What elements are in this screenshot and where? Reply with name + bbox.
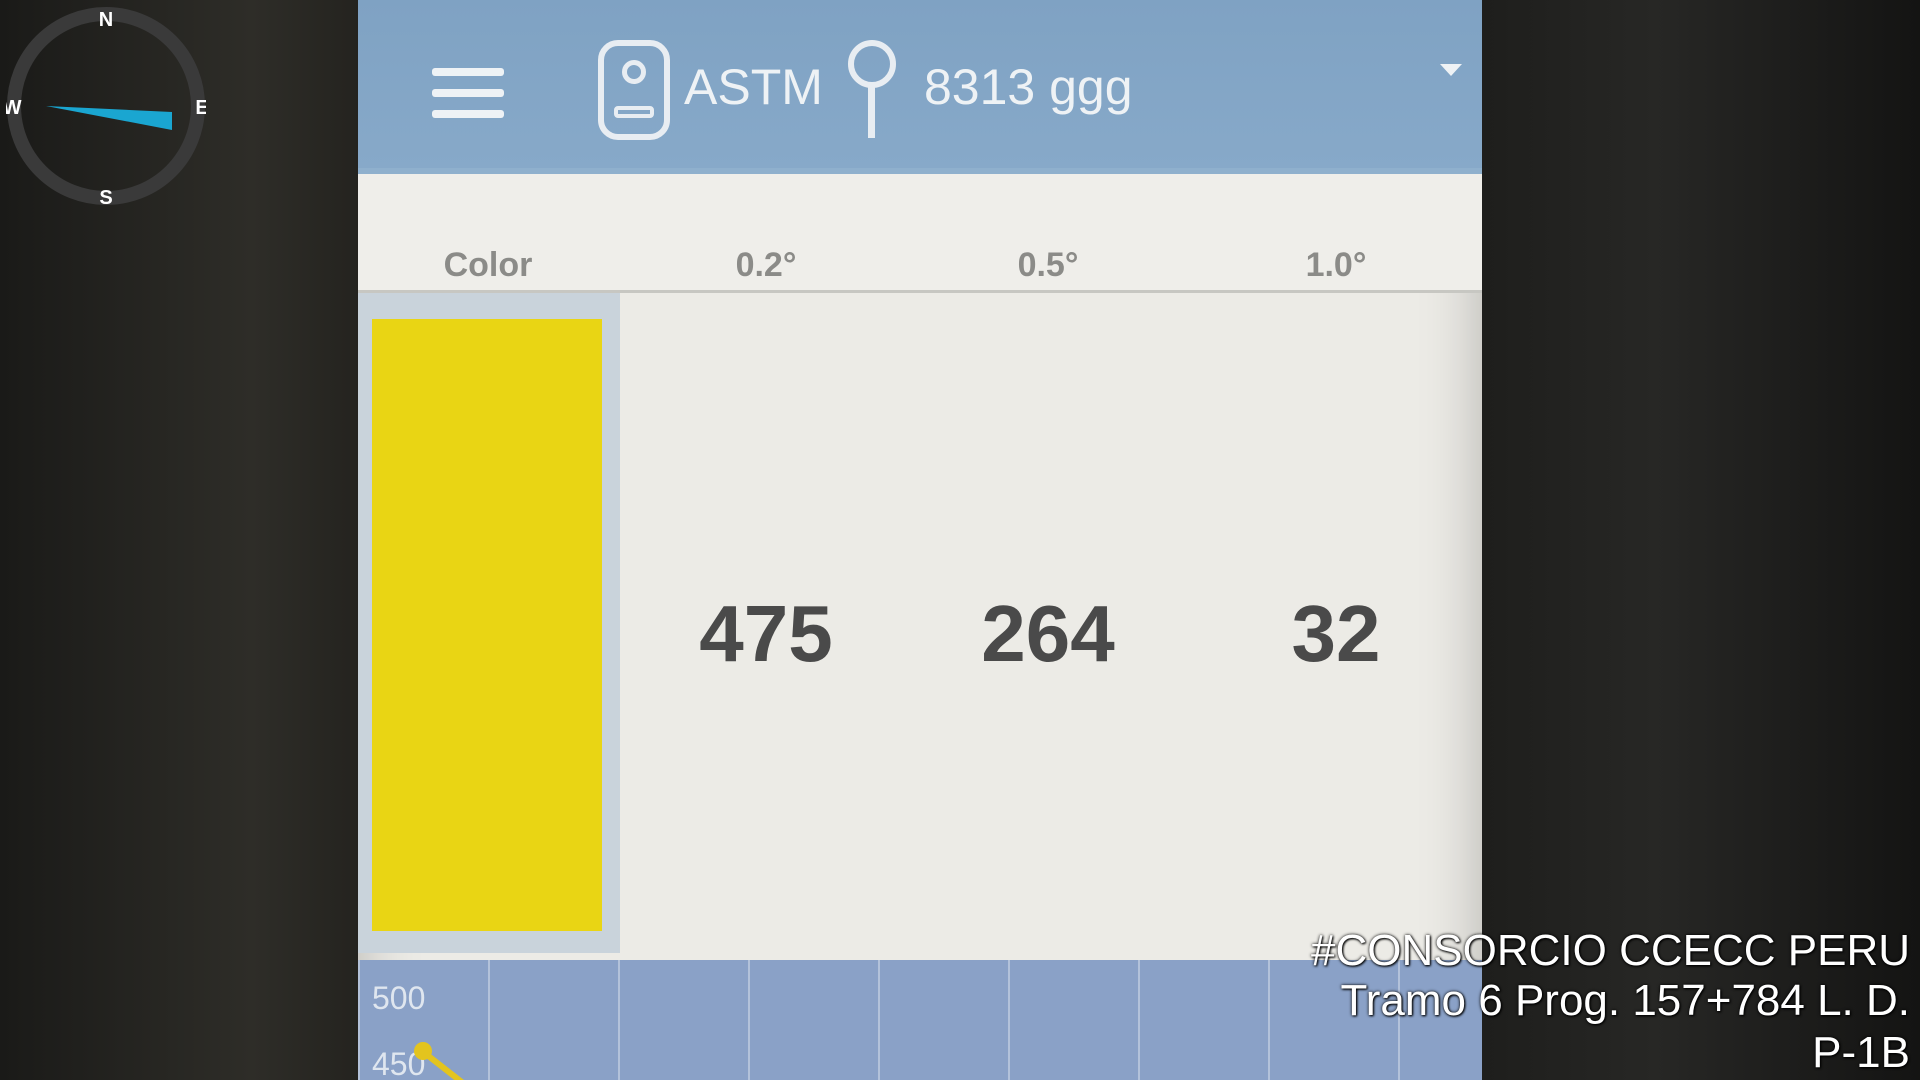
value-0-5-degree: 264: [981, 589, 1115, 678]
compass-west-label: W: [6, 97, 22, 119]
location-pin-icon[interactable]: [844, 40, 900, 138]
menu-icon[interactable]: [432, 68, 504, 120]
header-color: Color: [443, 246, 533, 284]
device-icon[interactable]: [598, 40, 670, 140]
header-0-2-degree: 0.2°: [735, 246, 797, 284]
device-bezel-right: [1480, 0, 1920, 1080]
graph-y-label-500: 500: [372, 980, 426, 1016]
graph-marker: [414, 1042, 432, 1060]
chevron-down-icon[interactable]: [1440, 64, 1462, 76]
standard-label[interactable]: ASTM: [684, 58, 823, 116]
compass-needle: [46, 106, 172, 130]
location-label[interactable]: 8313 ggg: [924, 58, 1133, 116]
compass-icon: N S W E: [6, 7, 206, 206]
color-cell: [358, 293, 620, 953]
value-0-2-degree: 475: [699, 589, 833, 678]
device-screen: ASTM 8313 ggg Color 0.2° 0.5° 1.0° 475 2…: [358, 0, 1482, 1080]
header-0-5-degree: 0.5°: [1017, 246, 1079, 284]
color-swatch: [372, 319, 602, 931]
header-1-0-degree: 1.0°: [1305, 246, 1367, 284]
compass-east-label: E: [195, 97, 206, 119]
compass-south-label: S: [99, 187, 112, 206]
overlay-point-id: P-1B: [1812, 1028, 1910, 1077]
app-bar: ASTM 8313 ggg: [358, 0, 1482, 174]
graph-area: 500 450: [358, 960, 1482, 1080]
overlay-company: #CONSORCIO CCECC PERU: [1311, 926, 1910, 975]
compass-north-label: N: [99, 9, 113, 31]
overlay-location: Tramo 6 Prog. 157+784 L. D.: [1340, 976, 1910, 1025]
value-1-0-degree: 32: [1291, 589, 1381, 678]
table-header: Color 0.2° 0.5° 1.0°: [358, 174, 1482, 293]
